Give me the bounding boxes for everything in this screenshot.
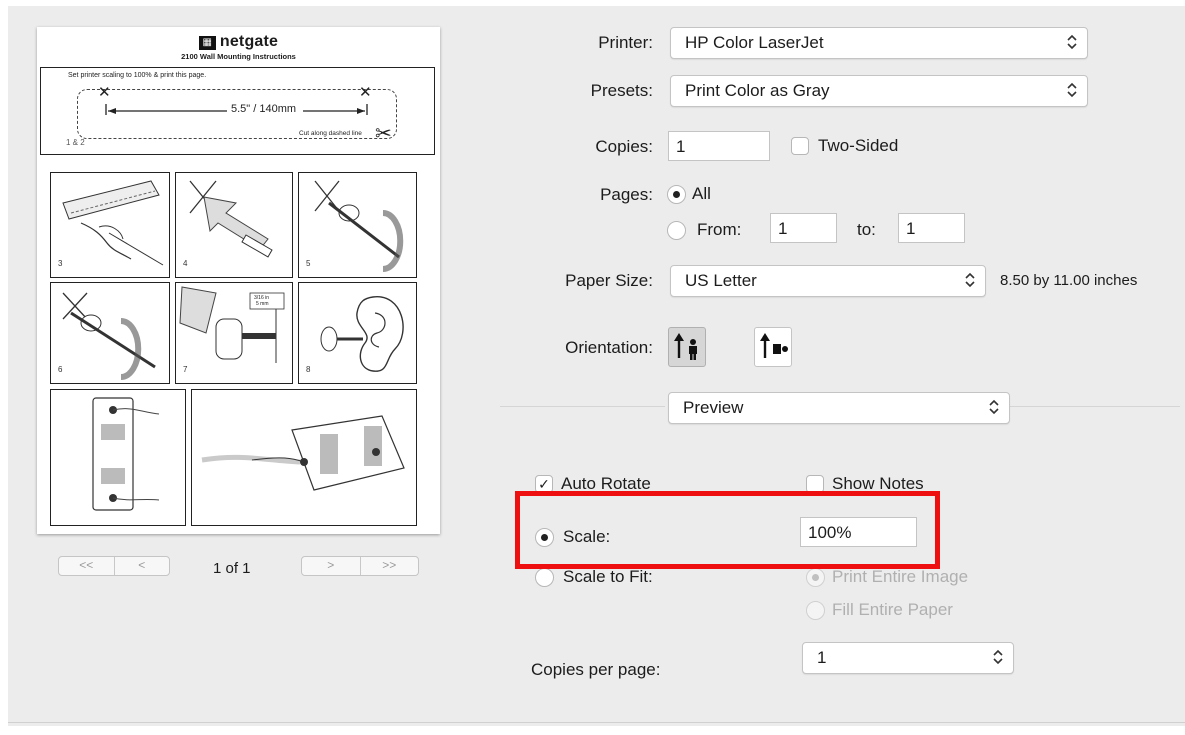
step-illustration-8	[320, 296, 404, 372]
copies-value: 1	[676, 137, 686, 156]
device-back-panel	[50, 389, 186, 526]
pages-from-input[interactable]: 1	[770, 213, 837, 243]
measure-label: 5.5" / 140mm	[231, 103, 297, 115]
presets-label: Presets:	[590, 81, 653, 100]
step-panel-3: 3	[50, 172, 170, 278]
section-divider-right	[1010, 406, 1180, 407]
presets-value: Print Color as Gray	[685, 81, 830, 100]
printer-label: Printer:	[598, 33, 653, 52]
step-illustration-4	[189, 180, 273, 258]
pages-to-label: to:	[857, 220, 876, 239]
pages-label: Pages:	[600, 185, 653, 204]
step-label-5: 5	[306, 259, 311, 268]
step-panel-7: 3/16 in 5 mm 7	[175, 282, 293, 384]
first-page-button[interactable]: <<	[59, 557, 114, 575]
landscape-orientation-button[interactable]	[754, 327, 792, 367]
cut-instruction: Cut along dashed line	[299, 130, 362, 137]
pages-all-label: All	[692, 184, 711, 203]
section-divider-left	[500, 406, 665, 407]
chevron-updown-icon	[1067, 82, 1077, 98]
device-mount-panel	[191, 389, 417, 526]
step-illustration-3	[62, 180, 164, 266]
left-drill-mark-icon: ✕	[98, 84, 111, 101]
instruction-text: Set printer scaling to 100% & print this…	[68, 72, 207, 79]
step-label-7: 7	[183, 365, 188, 374]
step-label-8: 8	[306, 365, 311, 374]
print-preview-page: ▦ netgate 2100 Wall Mounting Instructions…	[37, 27, 440, 534]
section-select[interactable]: Preview	[668, 392, 1010, 424]
portrait-icon	[674, 333, 697, 360]
copies-per-page-select[interactable]: 1	[802, 642, 1014, 674]
paper-size-select[interactable]: US Letter	[670, 265, 986, 297]
step-label-1-2: 1 & 2	[66, 138, 85, 147]
last-page-button[interactable]: >>	[361, 557, 419, 575]
scale-to-fit-radio[interactable]	[535, 568, 554, 587]
page-indicator: 1 of 1	[213, 560, 251, 577]
right-drill-mark-icon: ✕	[359, 84, 372, 101]
chevron-updown-icon	[965, 272, 975, 288]
pages-all-radio[interactable]	[667, 185, 686, 204]
step-label-3: 3	[58, 259, 63, 268]
printer-select[interactable]: HP Color LaserJet	[670, 27, 1088, 59]
copies-input[interactable]: 1	[668, 131, 770, 161]
preview-nav-forward-group: > >>	[301, 556, 419, 576]
fill-entire-paper-label: Fill Entire Paper	[832, 600, 953, 619]
dimension-label-mm: 5 mm	[256, 301, 269, 307]
step-panel-4: 4	[175, 172, 293, 278]
portrait-orientation-button[interactable]	[668, 327, 706, 367]
pages-from-label: From:	[697, 220, 742, 239]
brand-heading: ▦ netgate	[37, 33, 440, 51]
previous-page-button[interactable]: <	[115, 557, 170, 575]
paper-size-dimensions: 8.50 by 11.00 inches	[1000, 272, 1138, 289]
brand-name: netgate	[219, 33, 279, 50]
copies-per-page-label: Copies per page:	[531, 660, 661, 679]
step-illustration-6	[62, 292, 156, 380]
two-sided-checkbox[interactable]	[791, 137, 809, 155]
scissors-icon: ✂	[375, 123, 392, 145]
step-illustration-7	[179, 286, 285, 363]
chevron-updown-icon	[989, 399, 999, 415]
fill-entire-paper-radio[interactable]	[806, 601, 825, 620]
checkmark-icon: ✓	[538, 476, 550, 492]
copies-label: Copies:	[595, 137, 653, 156]
print-entire-image-radio[interactable]	[806, 568, 825, 587]
chevron-updown-icon	[993, 649, 1003, 665]
device-back-illustration	[92, 397, 160, 511]
dialog-bottom-divider	[8, 722, 1185, 723]
pages-to-input[interactable]: 1	[898, 213, 965, 243]
pages-to-value: 1	[906, 219, 916, 238]
landscape-icon	[760, 333, 788, 358]
pages-from-value: 1	[778, 219, 788, 238]
step-panel-6: 6	[50, 282, 170, 384]
chevron-updown-icon	[1067, 34, 1077, 50]
paper-size-label: Paper Size:	[565, 271, 653, 290]
step-panel-5: 5	[298, 172, 417, 278]
step-label-6: 6	[58, 365, 63, 374]
netgate-logo-icon: ▦	[198, 36, 216, 50]
orientation-label: Orientation:	[565, 338, 653, 357]
next-page-button[interactable]: >	[302, 557, 360, 575]
document-subtitle: 2100 Wall Mounting Instructions	[181, 52, 296, 61]
print-entire-image-label: Print Entire Image	[832, 567, 969, 586]
copies-per-page-value: 1	[817, 648, 827, 667]
device-mount-illustration	[201, 415, 405, 491]
pages-range-radio[interactable]	[667, 221, 686, 240]
section-value: Preview	[683, 398, 744, 417]
paper-size-value: US Letter	[685, 271, 757, 290]
scale-highlight-box	[515, 491, 940, 569]
step-label-4: 4	[183, 259, 188, 268]
template-box: Set printer scaling to 100% & print this…	[40, 67, 435, 155]
scale-to-fit-label: Scale to Fit:	[563, 567, 653, 586]
printer-value: HP Color LaserJet	[685, 33, 824, 52]
preview-nav-back-group: << <	[58, 556, 170, 576]
step-illustration-5	[314, 180, 404, 272]
two-sided-label: Two-Sided	[818, 136, 899, 155]
presets-select[interactable]: Print Color as Gray	[670, 75, 1088, 107]
step-panel-8: 8	[298, 282, 417, 384]
